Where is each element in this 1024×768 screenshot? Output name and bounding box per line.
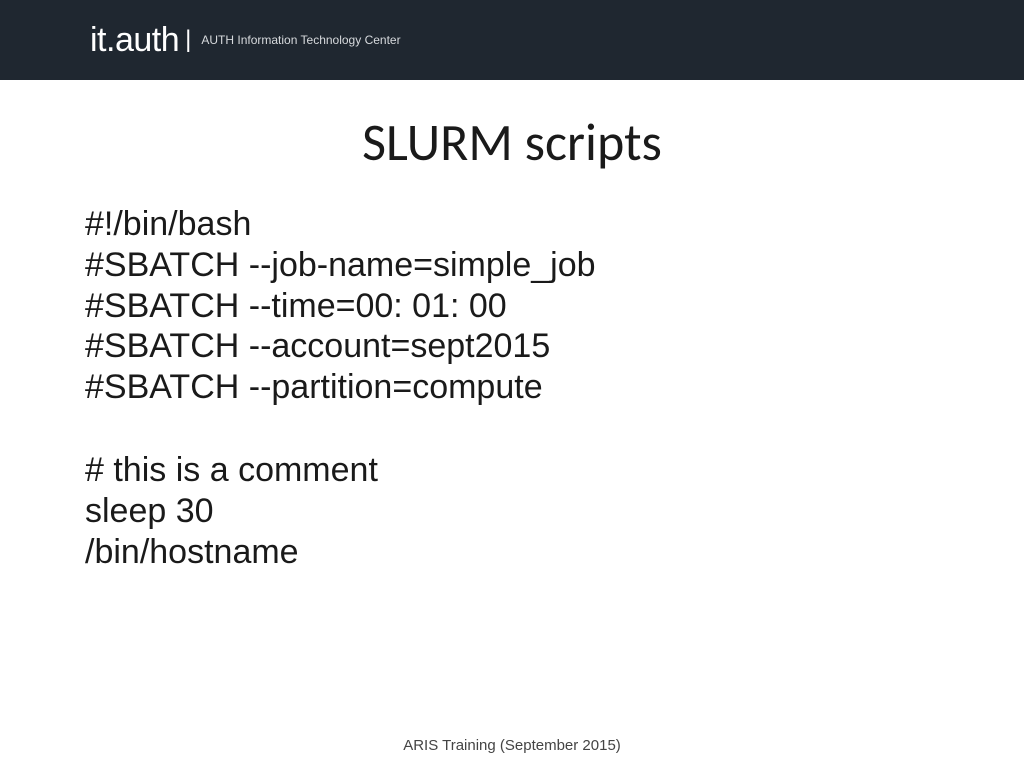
script-line: #SBATCH --account=sept2015 — [85, 326, 939, 367]
logo-auth: auth — [115, 21, 179, 60]
content-area: #!/bin/bash #SBATCH --job-name=simple_jo… — [0, 204, 1024, 572]
header-bar: it.auth | AUTH Information Technology Ce… — [0, 0, 1024, 80]
script-line: #SBATCH --partition=compute — [85, 367, 939, 408]
footer-text: ARIS Training (September 2015) — [403, 737, 621, 754]
slide-title: SLURM scripts — [0, 110, 1024, 174]
script-line: #SBATCH --time=00: 01: 00 — [85, 286, 939, 327]
script-line: #!/bin/bash — [85, 204, 939, 245]
logo-dot: . — [106, 21, 115, 60]
footer: ARIS Training (September 2015) — [0, 737, 1024, 754]
script-block-2: # this is a comment sleep 30 /bin/hostna… — [85, 450, 939, 572]
logo-it: it — [90, 21, 106, 60]
script-line: #SBATCH --job-name=simple_job — [85, 245, 939, 286]
logo-tagline: AUTH Information Technology Center — [201, 33, 400, 47]
script-block-1: #!/bin/bash #SBATCH --job-name=simple_jo… — [85, 204, 939, 408]
script-line: # this is a comment — [85, 450, 939, 491]
script-line: sleep 30 — [85, 491, 939, 532]
script-line: /bin/hostname — [85, 532, 939, 573]
logo-separator: | — [185, 26, 191, 54]
title-area: SLURM scripts — [0, 110, 1024, 174]
